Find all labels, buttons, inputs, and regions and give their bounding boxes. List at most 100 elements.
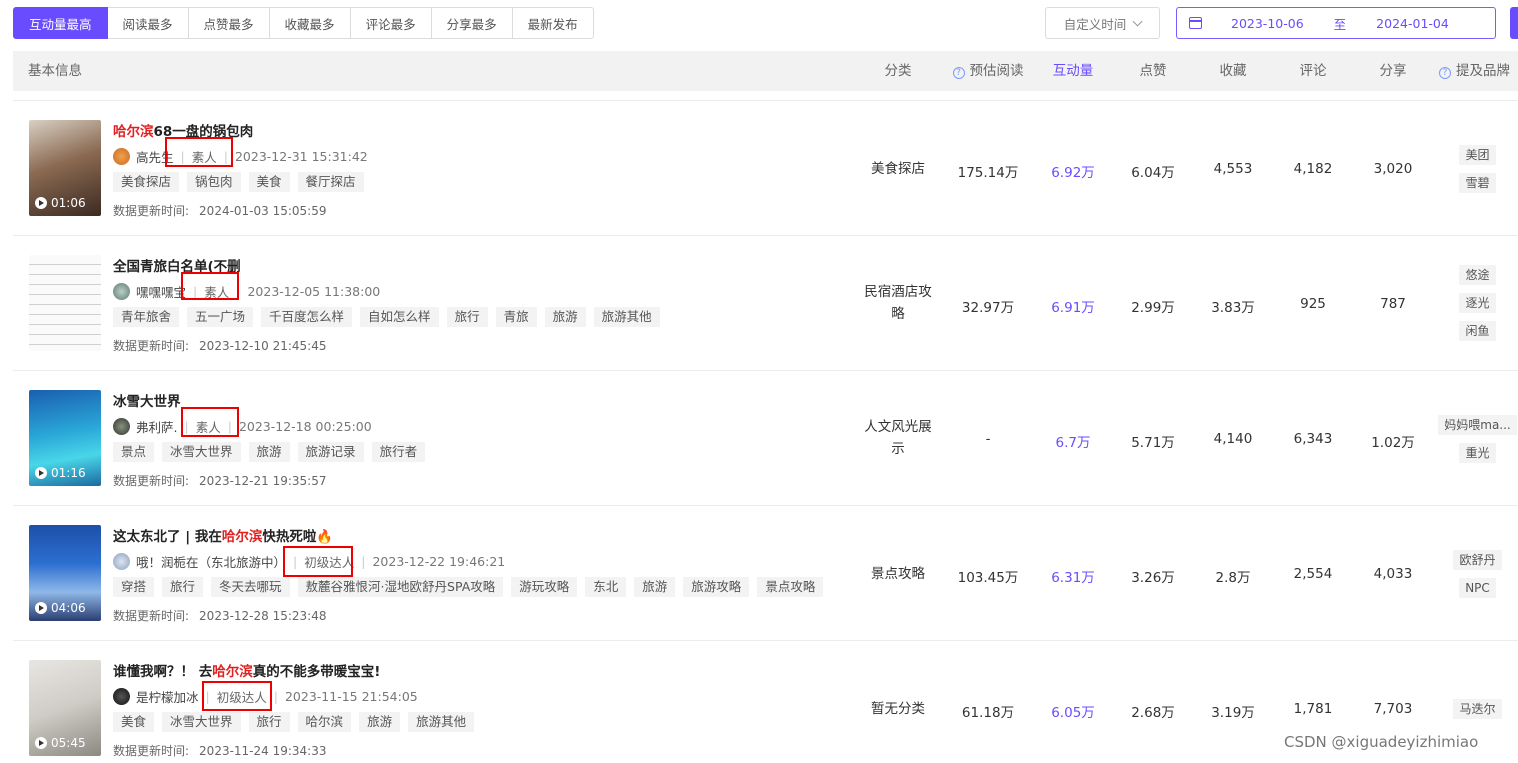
tab-most-commented[interactable]: 评论最多 — [350, 7, 432, 39]
tab-latest[interactable]: 最新发布 — [512, 7, 594, 39]
action-button[interactable] — [1510, 7, 1518, 39]
tag[interactable]: 美食 — [113, 712, 155, 732]
tag[interactable]: 旅行者 — [371, 442, 426, 462]
thumbnail[interactable]: 05:45 — [29, 660, 101, 756]
tag[interactable]: 冰雪大世界 — [162, 442, 241, 462]
date-start[interactable]: 2023-10-06 — [1231, 16, 1304, 31]
tag[interactable]: 五一广场 — [187, 307, 254, 327]
tag[interactable]: 旅游 — [248, 442, 290, 462]
tab-most-shared[interactable]: 分享最多 — [431, 7, 513, 39]
tab-most-liked[interactable]: 点赞最多 — [188, 7, 270, 39]
tag[interactable]: 冰雪大世界 — [162, 712, 241, 732]
avatar[interactable] — [113, 688, 130, 705]
brand-tag[interactable]: 悠途 — [1459, 265, 1496, 285]
table-row[interactable]: 全国青旅白名单(不删 嘿嘿嘿宝 | 素人 | 2023-12-05 11:38:00… — [13, 235, 1518, 370]
avatar[interactable] — [113, 283, 130, 300]
tag[interactable]: 美食 — [248, 172, 290, 192]
brand-tag[interactable]: 逐光 — [1459, 293, 1496, 313]
tag[interactable]: 千百度怎么样 — [261, 307, 353, 327]
tag[interactable]: 青旅 — [495, 307, 537, 327]
col-brands[interactable]: ? 提及品牌 — [1431, 51, 1518, 91]
date-range-picker[interactable]: 2023-10-06 至 2024-01-04 — [1176, 7, 1496, 39]
post-meta: 弗利萨. | 素人 | 2023-12-18 00:25:00 — [113, 417, 372, 436]
col-est-read-label: 预估阅读 — [969, 63, 1024, 79]
tag[interactable]: 穿搭 — [113, 577, 155, 597]
col-est-read[interactable]: ? 预估阅读 — [938, 51, 1038, 91]
update-label: 数据更新时间: — [113, 204, 190, 218]
col-interaction[interactable]: 互动量 — [1033, 51, 1113, 91]
thumbnail[interactable]: 01:06 — [29, 120, 101, 216]
tab-most-read[interactable]: 阅读最多 — [107, 7, 189, 39]
brand-tag[interactable]: 欧舒丹 — [1453, 550, 1502, 570]
brand-tag[interactable]: 重光 — [1459, 443, 1496, 463]
avatar[interactable] — [113, 553, 130, 570]
table-row[interactable]: 01:06 哈尔滨68一盘的锅包肉 高先生 | 素人 | 2023-12-31 15… — [13, 100, 1518, 235]
thumbnail[interactable]: 01:16 — [29, 390, 101, 486]
tag[interactable]: 旅游记录 — [297, 442, 364, 462]
duration-text: 01:06 — [51, 196, 86, 210]
tag[interactable]: 旅游其他 — [408, 712, 475, 732]
table-row[interactable]: 01:16 冰雪大世界 弗利萨. | 素人 | 2023-12-18 00:25:0… — [13, 370, 1518, 505]
tag[interactable]: 旅游 — [359, 712, 401, 732]
post-title[interactable]: 谁懂我啊？！ 去哈尔滨真的不能多带暖宝宝! — [113, 660, 380, 680]
tag[interactable]: 旅游其他 — [593, 307, 660, 327]
brand-tag[interactable]: 雪碧 — [1459, 173, 1496, 193]
author-name[interactable]: 是柠檬加冰 — [136, 687, 199, 706]
tag[interactable]: 冬天去哪玩 — [211, 577, 290, 597]
tag[interactable]: 旅游 — [634, 577, 676, 597]
avatar[interactable] — [113, 418, 130, 435]
post-title[interactable]: 冰雪大世界 — [113, 390, 181, 410]
brand-tag[interactable]: 美团 — [1459, 145, 1496, 165]
tab-most-favorited[interactable]: 收藏最多 — [269, 7, 351, 39]
update-label: 数据更新时间: — [113, 609, 190, 623]
tag-list: 青年旅舍 五一广场 千百度怎么样 自如怎么样 旅行 青旅 旅游 旅游其他 — [113, 307, 660, 327]
col-comments[interactable]: 评论 — [1273, 51, 1353, 91]
brand-tag[interactable]: 闲鱼 — [1459, 321, 1496, 341]
brand-tag[interactable]: NPC — [1459, 578, 1496, 598]
tag[interactable]: 游玩攻略 — [511, 577, 578, 597]
tag[interactable]: 自如怎么样 — [360, 307, 439, 327]
date-end[interactable]: 2024-01-04 — [1376, 16, 1449, 31]
publish-time: 2023-12-31 15:31:42 — [234, 149, 368, 164]
tag[interactable]: 旅游攻略 — [683, 577, 750, 597]
update-time: 数据更新时间: 2024-01-03 15:05:59 — [113, 202, 327, 219]
author-name[interactable]: 嘿嘿嘿宝 — [136, 282, 186, 301]
author-name[interactable]: 弗利萨. — [136, 417, 177, 436]
tag[interactable]: 美食探店 — [113, 172, 180, 192]
help-icon[interactable]: ? — [952, 67, 965, 79]
col-shares[interactable]: 分享 — [1353, 51, 1433, 91]
tag[interactable]: 景点 — [113, 442, 155, 462]
custom-time-select[interactable]: 自定义时间 — [1045, 7, 1160, 39]
annotation-box — [202, 681, 272, 711]
calendar-icon — [1189, 17, 1202, 29]
tag[interactable]: 旅游 — [544, 307, 586, 327]
tag[interactable]: 景点攻略 — [757, 577, 824, 597]
tag[interactable]: 旅行 — [162, 577, 204, 597]
thumbnail[interactable] — [29, 255, 101, 351]
col-category: 分类 — [884, 63, 912, 79]
col-likes[interactable]: 点赞 — [1113, 51, 1193, 91]
tag[interactable]: 旅行 — [446, 307, 488, 327]
tag[interactable]: 东北 — [585, 577, 627, 597]
col-favorites[interactable]: 收藏 — [1193, 51, 1273, 91]
tag[interactable]: 餐厅探店 — [297, 172, 364, 192]
thumbnail[interactable]: 04:06 — [29, 525, 101, 621]
tag[interactable]: 旅行 — [248, 712, 290, 732]
tag[interactable]: 锅包肉 — [187, 172, 241, 192]
publish-time: 2023-12-05 11:38:00 — [247, 284, 381, 299]
play-icon — [35, 467, 47, 479]
est-read: - — [985, 431, 991, 447]
comments: 2,554 — [1293, 566, 1333, 582]
tag[interactable]: 青年旅舍 — [113, 307, 180, 327]
table-row[interactable]: 04:06 这太东北了 | 我在哈尔滨快热死啦🔥 哦！润栀在（东北旅游中） | 初… — [13, 505, 1518, 640]
avatar[interactable] — [113, 148, 130, 165]
likes: 2.68万 — [1131, 705, 1175, 721]
post-title[interactable]: 这太东北了 | 我在哈尔滨快热死啦🔥 — [113, 525, 333, 545]
tag[interactable]: 敖麓谷雅恨河·湿地欧舒丹SPA攻略 — [297, 577, 504, 597]
tab-top-interaction[interactable]: 互动量最高 — [13, 7, 108, 39]
brand-tag[interactable]: 妈妈喂ma... — [1438, 415, 1517, 435]
author-name[interactable]: 哦！润栀在（东北旅游中） — [136, 552, 286, 571]
brand-tag[interactable]: 马迭尔 — [1453, 699, 1502, 719]
help-icon[interactable]: ? — [1439, 67, 1451, 79]
tag[interactable]: 哈尔滨 — [297, 712, 352, 732]
